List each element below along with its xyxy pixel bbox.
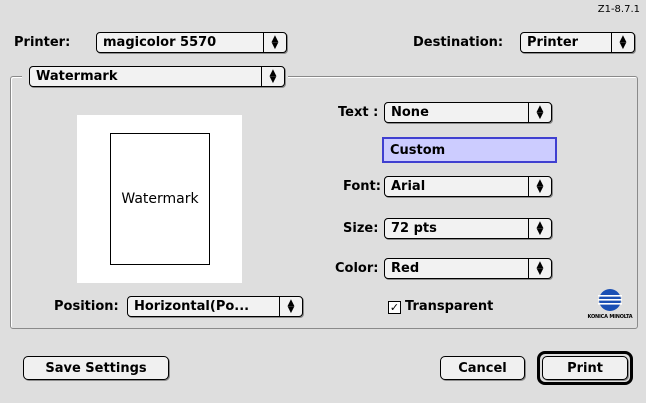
konica-minolta-logo: KONICA MINOLTA bbox=[585, 286, 635, 322]
text-popup[interactable]: None ▲ ▼ bbox=[384, 102, 552, 123]
text-label: Text : bbox=[338, 105, 379, 120]
section-popup-value: Watermark bbox=[36, 69, 118, 84]
color-popup-value: Red bbox=[391, 261, 420, 276]
text-popup-value: None bbox=[391, 105, 429, 120]
printer-label: Printer: bbox=[14, 35, 71, 50]
destination-popup[interactable]: Printer ▲ ▼ bbox=[520, 32, 635, 53]
reference-code: Z1-8.7.1 bbox=[597, 4, 640, 15]
transparent-checkbox[interactable]: ✓ bbox=[388, 301, 401, 314]
font-popup-value: Arial bbox=[391, 179, 426, 194]
section-popup[interactable]: Watermark ▲ ▼ bbox=[29, 66, 285, 87]
up-down-arrows-icon: ▲ ▼ bbox=[536, 177, 544, 195]
position-label: Position: bbox=[54, 299, 119, 314]
destination-label: Destination: bbox=[413, 35, 504, 50]
custom-text-field[interactable]: Custom bbox=[382, 137, 557, 163]
print-button[interactable]: Print bbox=[542, 356, 628, 380]
font-popup[interactable]: Arial ▲ ▼ bbox=[384, 176, 552, 197]
up-down-arrows-icon: ▲ ▼ bbox=[536, 103, 544, 121]
destination-popup-value: Printer bbox=[527, 35, 579, 50]
color-popup[interactable]: Red ▲ ▼ bbox=[384, 258, 552, 279]
logo-text: KONICA MINOLTA bbox=[587, 314, 633, 320]
custom-text-value: Custom bbox=[390, 142, 446, 158]
preview-watermark-text: Watermark bbox=[121, 191, 199, 207]
up-down-arrows-icon: ▲ ▼ bbox=[271, 33, 279, 51]
up-down-arrows-icon: ▲ ▼ bbox=[287, 297, 295, 315]
printer-popup[interactable]: magicolor 5570 ▲ ▼ bbox=[96, 32, 287, 53]
size-popup[interactable]: 72 pts ▲ ▼ bbox=[384, 218, 552, 239]
up-down-arrows-icon: ▲ ▼ bbox=[536, 219, 544, 237]
up-down-arrows-icon: ▲ ▼ bbox=[536, 259, 544, 277]
position-popup[interactable]: Horizontal(Po... ▲ ▼ bbox=[127, 296, 303, 317]
watermark-preview: Watermark bbox=[77, 115, 242, 283]
font-label: Font: bbox=[343, 179, 381, 194]
printer-popup-value: magicolor 5570 bbox=[103, 35, 217, 50]
up-down-arrows-icon: ▲ ▼ bbox=[269, 67, 277, 85]
size-popup-value: 72 pts bbox=[391, 221, 437, 236]
transparent-label: Transparent bbox=[405, 299, 494, 314]
up-down-arrows-icon: ▲ ▼ bbox=[619, 33, 627, 51]
position-popup-value: Horizontal(Po... bbox=[134, 299, 250, 314]
preview-page: Watermark bbox=[110, 133, 210, 265]
size-label: Size: bbox=[343, 221, 379, 236]
save-settings-button[interactable]: Save Settings bbox=[23, 356, 169, 380]
cancel-button[interactable]: Cancel bbox=[440, 356, 525, 380]
color-label: Color: bbox=[335, 261, 379, 276]
